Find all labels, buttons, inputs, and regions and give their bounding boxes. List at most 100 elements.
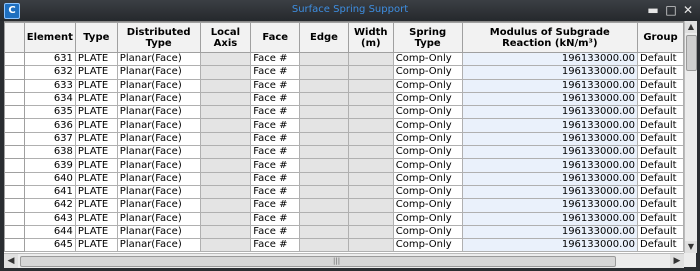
column-header-distributed-type[interactable]: Distributed Type: [116, 22, 201, 53]
cell-face[interactable]: Face #: [250, 131, 301, 147]
column-header-edge[interactable]: Edge: [299, 22, 349, 53]
cell-distributed-type[interactable]: Planar(Face): [116, 224, 201, 240]
cell-element[interactable]: 635: [23, 105, 76, 120]
column-header-type[interactable]: Type: [74, 22, 118, 53]
cell-element[interactable]: 631: [23, 51, 76, 67]
row-selector[interactable]: [4, 224, 25, 240]
cell-element[interactable]: 641: [23, 184, 76, 200]
cell-width[interactable]: [347, 211, 394, 226]
cell-spring-type[interactable]: Comp-Only: [392, 145, 463, 160]
cell-width[interactable]: [347, 118, 394, 133]
maximize-button[interactable]: □: [664, 3, 678, 17]
cell-face[interactable]: Face #: [250, 224, 301, 240]
cell-edge[interactable]: [299, 91, 349, 107]
cell-spring-type[interactable]: Comp-Only: [392, 91, 463, 107]
cell-element[interactable]: 632: [23, 65, 76, 80]
cell-local-axis[interactable]: [199, 131, 252, 147]
row-selector-header[interactable]: [4, 22, 25, 53]
cell-edge[interactable]: [299, 158, 349, 173]
cell-element[interactable]: 633: [23, 78, 76, 93]
cell-distributed-type[interactable]: Planar(Face): [116, 238, 201, 253]
table-row[interactable]: 639 PLATE Planar(Face) Face # Comp-Only 19613…: [4, 158, 684, 173]
cell-width[interactable]: [347, 171, 394, 186]
cell-face[interactable]: Face #: [250, 211, 301, 226]
cell-spring-type[interactable]: Comp-Only: [392, 171, 463, 186]
cell-type[interactable]: PLATE: [74, 78, 118, 93]
cell-face[interactable]: Face #: [250, 105, 301, 120]
cell-face[interactable]: Face #: [250, 184, 301, 200]
cell-type[interactable]: PLATE: [74, 91, 118, 107]
cell-local-axis[interactable]: [199, 224, 252, 240]
horizontal-scrollbar[interactable]: ◀ ||| ▶: [4, 253, 684, 268]
cell-face[interactable]: Face #: [250, 51, 301, 67]
cell-type[interactable]: PLATE: [74, 131, 118, 147]
cell-width[interactable]: [347, 105, 394, 120]
row-selector[interactable]: [4, 198, 25, 213]
cell-edge[interactable]: [299, 118, 349, 133]
cell-type[interactable]: PLATE: [74, 118, 118, 133]
cell-modulus[interactable]: 196133000.00: [461, 78, 639, 93]
table-row[interactable]: 635 PLATE Planar(Face) Face # Comp-Only 19613…: [4, 105, 684, 120]
cell-local-axis[interactable]: [199, 78, 252, 93]
cell-face[interactable]: Face #: [250, 171, 301, 186]
title-bar[interactable]: C Surface Spring Support ▬ □ ✕: [0, 0, 700, 21]
cell-local-axis[interactable]: [199, 118, 252, 133]
row-selector[interactable]: [4, 51, 25, 67]
row-selector[interactable]: [4, 78, 25, 93]
cell-distributed-type[interactable]: Planar(Face): [116, 78, 201, 93]
cell-group[interactable]: Default: [637, 78, 684, 93]
cell-distributed-type[interactable]: Planar(Face): [116, 91, 201, 107]
row-selector[interactable]: [4, 158, 25, 173]
cell-local-axis[interactable]: [199, 65, 252, 80]
cell-group[interactable]: Default: [637, 171, 684, 186]
cell-spring-type[interactable]: Comp-Only: [392, 105, 463, 120]
cell-distributed-type[interactable]: Planar(Face): [116, 145, 201, 160]
table-row[interactable]: 631 PLATE Planar(Face) Face # Comp-Only 19613…: [4, 51, 684, 67]
cell-width[interactable]: [347, 224, 394, 240]
scroll-left-icon[interactable]: ◀: [4, 254, 18, 268]
cell-group[interactable]: Default: [637, 184, 684, 200]
table-row[interactable]: 632 PLATE Planar(Face) Face # Comp-Only 19613…: [4, 65, 684, 80]
cell-element[interactable]: 643: [23, 211, 76, 226]
scroll-down-icon[interactable]: ▼: [685, 241, 697, 253]
cell-element[interactable]: 634: [23, 91, 76, 107]
cell-distributed-type[interactable]: Planar(Face): [116, 118, 201, 133]
cell-group[interactable]: Default: [637, 198, 684, 213]
cell-element[interactable]: 640: [23, 171, 76, 186]
cell-group[interactable]: Default: [637, 105, 684, 120]
cell-modulus[interactable]: 196133000.00: [461, 105, 639, 120]
cell-edge[interactable]: [299, 145, 349, 160]
cell-spring-type[interactable]: Comp-Only: [392, 65, 463, 80]
cell-face[interactable]: Face #: [250, 158, 301, 173]
table-row[interactable]: 643 PLATE Planar(Face) Face # Comp-Only 19613…: [4, 211, 684, 226]
vertical-scrollbar[interactable]: ▲ ▼: [684, 21, 697, 253]
cell-edge[interactable]: [299, 65, 349, 80]
column-header-width[interactable]: Width (m): [347, 22, 394, 53]
cell-group[interactable]: Default: [637, 65, 684, 80]
cell-modulus[interactable]: 196133000.00: [461, 238, 639, 253]
table-row[interactable]: 645 PLATE Planar(Face) Face # Comp-Only 19613…: [4, 238, 684, 253]
cell-modulus[interactable]: 196133000.00: [461, 211, 639, 226]
column-header-element[interactable]: Element: [23, 22, 76, 53]
row-selector[interactable]: [4, 171, 25, 186]
minimize-button[interactable]: ▬: [646, 3, 660, 17]
cell-width[interactable]: [347, 184, 394, 200]
cell-modulus[interactable]: 196133000.00: [461, 65, 639, 80]
cell-spring-type[interactable]: Comp-Only: [392, 158, 463, 173]
cell-distributed-type[interactable]: Planar(Face): [116, 211, 201, 226]
cell-element[interactable]: 642: [23, 198, 76, 213]
cell-spring-type[interactable]: Comp-Only: [392, 238, 463, 253]
cell-type[interactable]: PLATE: [74, 145, 118, 160]
cell-local-axis[interactable]: [199, 145, 252, 160]
cell-distributed-type[interactable]: Planar(Face): [116, 65, 201, 80]
cell-width[interactable]: [347, 131, 394, 147]
cell-spring-type[interactable]: Comp-Only: [392, 78, 463, 93]
cell-modulus[interactable]: 196133000.00: [461, 198, 639, 213]
row-selector[interactable]: [4, 238, 25, 253]
column-header-group[interactable]: Group: [637, 22, 684, 53]
cell-local-axis[interactable]: [199, 51, 252, 67]
cell-type[interactable]: PLATE: [74, 211, 118, 226]
cell-group[interactable]: Default: [637, 131, 684, 147]
cell-element[interactable]: 644: [23, 224, 76, 240]
cell-group[interactable]: Default: [637, 118, 684, 133]
